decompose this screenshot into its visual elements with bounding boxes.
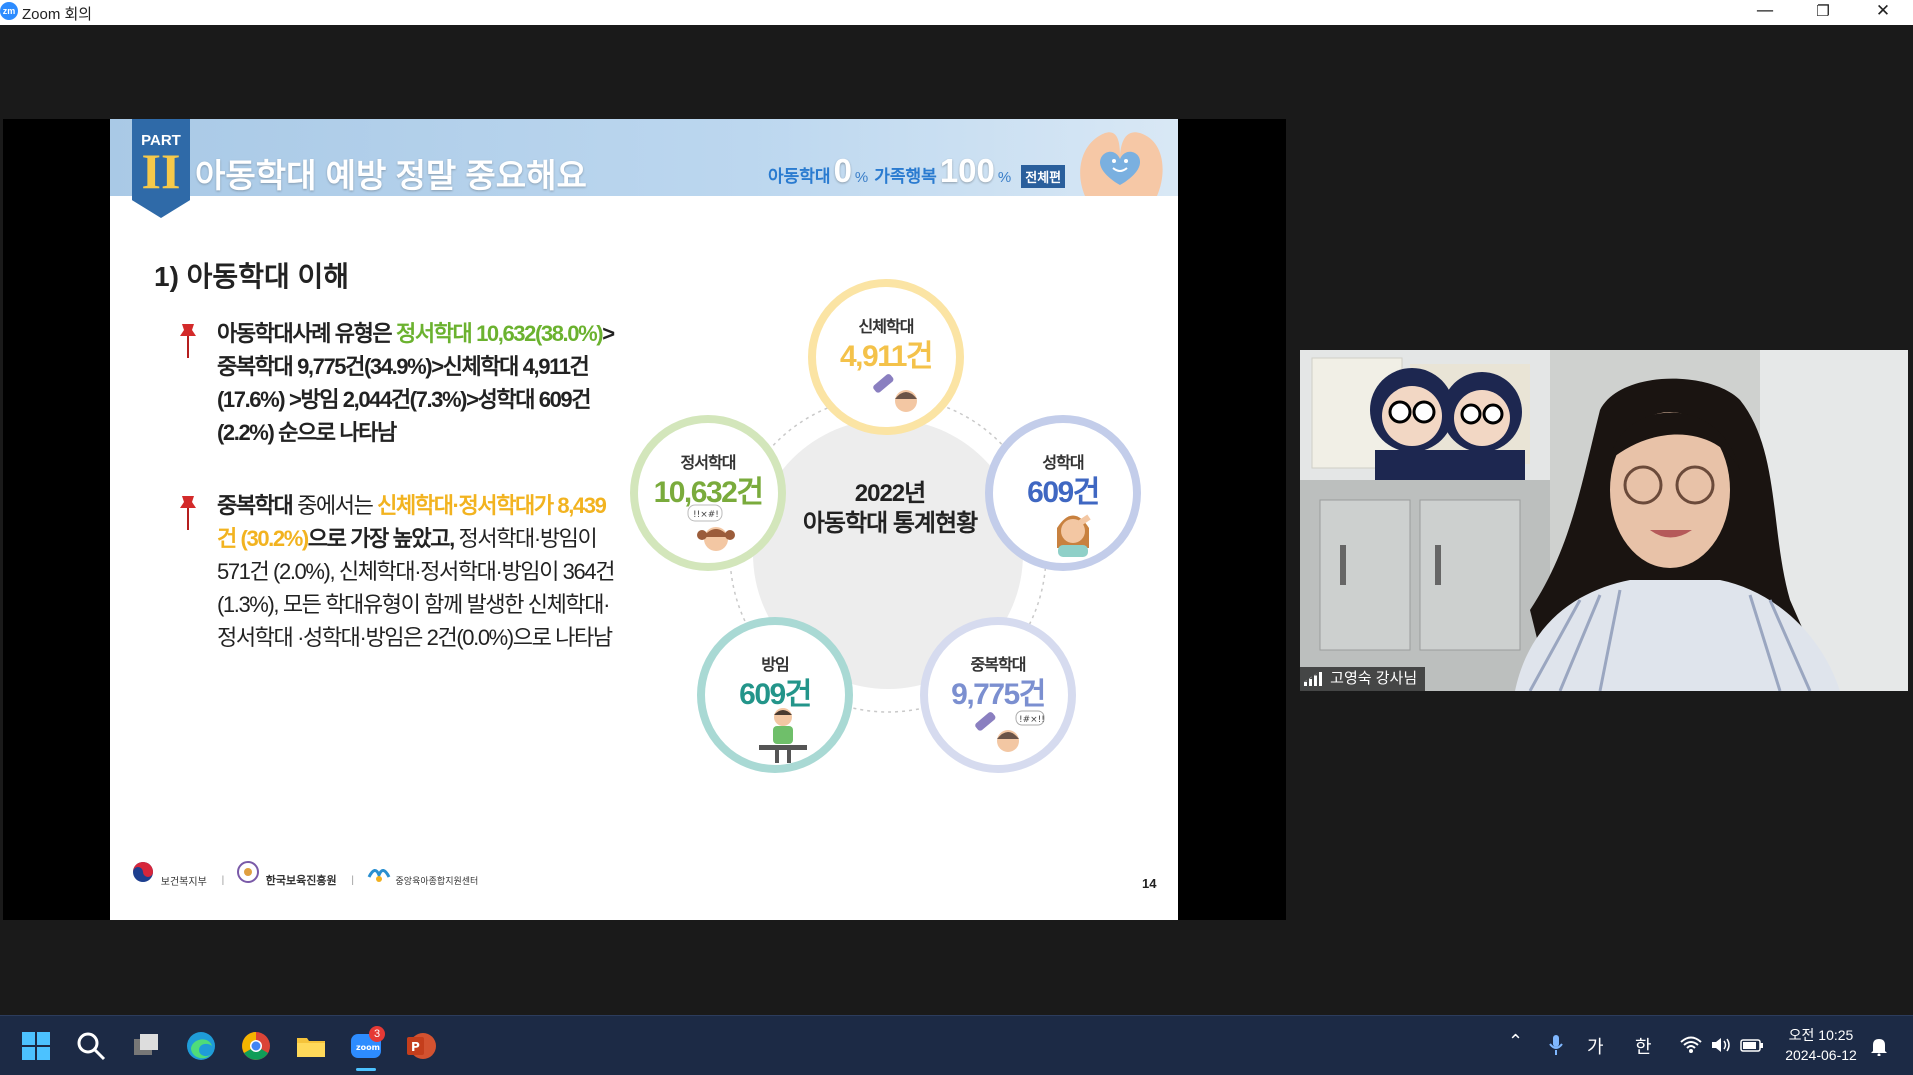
edge-browser-icon[interactable] xyxy=(185,1030,217,1062)
zoom-active-indicator xyxy=(356,1068,376,1071)
notification-bell-icon[interactable] xyxy=(1870,1036,1888,1056)
speaker-video-frame xyxy=(1300,350,1908,691)
page-number: 14 xyxy=(1142,876,1157,891)
ime-mode-1[interactable]: 가 xyxy=(1587,1033,1604,1059)
bullet-2-emph: 으로 가장 높았고, xyxy=(307,526,455,551)
slide-banner: 아동학대 예방 정말 중요해요 아동학대0% 가족행복100% 전체편 xyxy=(110,119,1178,196)
participant-name-tag: 고영숙 강사님 xyxy=(1300,667,1426,691)
diagram-center: 2022년 아동학대 통계현황 xyxy=(800,479,980,539)
zoom-app-icon: zm xyxy=(0,2,18,20)
signal-bars-icon xyxy=(1304,672,1322,687)
footer-org-1: 보건복지부 xyxy=(160,876,207,888)
clock-time: 오전 10:25 xyxy=(1788,1027,1854,1043)
bullet-2-text: 중에서는 xyxy=(292,493,378,518)
window-title: Zoom 회의 xyxy=(22,6,93,23)
volume-icon[interactable] xyxy=(1710,1036,1732,1054)
slogan-pct-1: % xyxy=(854,169,869,186)
slide-footer: 보건복지부 | 한국보육진흥원 | 중앙육아종합지원센터 xyxy=(132,861,479,888)
windows-start-icon[interactable] xyxy=(20,1030,52,1062)
clock-date: 2024-06-12 xyxy=(1785,1047,1857,1063)
slogan-pct-2: % xyxy=(997,169,1012,186)
battery-icon[interactable] xyxy=(1740,1037,1764,1053)
slogan-text-2: 가족행복 xyxy=(874,167,937,186)
center-caption: 아동학대 통계현황 xyxy=(802,510,978,537)
stat-sexual-abuse: 성학대 609건 xyxy=(985,415,1141,571)
stat-neglect: 방임 609건 xyxy=(697,617,853,773)
slogan-text-1: 아동학대 xyxy=(768,167,831,186)
slide-title: 아동학대 예방 정말 중요해요 xyxy=(195,157,587,194)
stat-emotional-abuse: 정서학대 10,632건 !!×#! xyxy=(630,415,786,571)
footer-org-3: 중앙육아종합지원센터 xyxy=(395,875,479,886)
taskbar-clock[interactable]: 오전 10:25 2024-06-12 xyxy=(1778,1025,1864,1065)
bullet-1-highlight: 정서학대 10,632(38.0%) xyxy=(396,321,604,346)
part-badge: PART II xyxy=(132,119,190,218)
participant-name: 고영숙 강사님 xyxy=(1330,670,1418,687)
close-button[interactable]: ✕ xyxy=(1858,0,1908,25)
window-titlebar: zm Zoom 회의 — ❐ ✕ xyxy=(0,0,1913,25)
statistics-diagram: 2022년 아동학대 통계현황 신체학대 4,911건 성학대 609건 중복학… xyxy=(630,279,1150,809)
minimize-button[interactable]: — xyxy=(1740,0,1790,25)
bullet-2-lead: 중복학대 xyxy=(217,493,294,518)
ime-mode-2[interactable]: 한 xyxy=(1635,1033,1652,1059)
stat-physical-abuse: 신체학대 4,911건 xyxy=(808,279,964,435)
girl-covering-icon xyxy=(1057,514,1091,557)
bullet-2: 중복학대 중에서는 신체학대·정서학대가 8,439건 (30.2%)으로 가장… xyxy=(217,489,617,654)
bullet-1: 아동학대사례 유형은 정서학대 10,632(38.0%)>중복학대 9,775… xyxy=(217,317,617,449)
search-icon[interactable] xyxy=(75,1030,107,1062)
chrome-browser-icon[interactable] xyxy=(240,1030,272,1062)
slogan-badge: 전체편 xyxy=(1021,165,1066,188)
taegeuk-logo-icon xyxy=(133,862,153,882)
footer-org-2: 한국보육진흥원 xyxy=(265,875,337,888)
stat-multiple-abuse: 중복학대 9,775건 !#×!! xyxy=(920,617,1076,773)
upset-child-icon: !!×#! xyxy=(687,504,735,551)
part-numeral: II xyxy=(141,143,181,199)
participant-video[interactable] xyxy=(1300,350,1908,691)
svg-text:!!×#!: !!×#! xyxy=(693,510,719,520)
windows-taskbar: zoom 3 P ⌃ 가 한 오전 10:25 2024-06-12 xyxy=(0,1015,1913,1075)
task-view-icon[interactable] xyxy=(130,1030,162,1062)
heart-hands-icon xyxy=(1080,132,1163,196)
childcare-center-logo-icon xyxy=(367,869,391,882)
pushpin-icon xyxy=(180,496,196,530)
svg-text:zoom: zoom xyxy=(356,1043,380,1052)
section-title: 1) 아동학대 이해 xyxy=(154,261,350,292)
tray-overflow-chevron-icon[interactable]: ⌃ xyxy=(1508,1031,1523,1052)
center-year: 2022년 xyxy=(854,480,926,507)
slogan-value-1: 0 xyxy=(833,152,852,189)
multiple-abuse-icon: !#×!! xyxy=(975,710,1045,752)
microphone-icon[interactable] xyxy=(1548,1034,1564,1056)
pushpin-icon xyxy=(180,324,196,358)
zoom-notification-badge: 3 xyxy=(369,1026,385,1042)
svg-text:!#×!!: !#×!! xyxy=(1019,715,1045,725)
powerpoint-icon[interactable]: P xyxy=(405,1030,437,1062)
kcpi-logo-icon xyxy=(236,861,259,883)
shared-slide: 아동학대 예방 정말 중요해요 아동학대0% 가족행복100% 전체편 PART I… xyxy=(110,119,1178,920)
file-explorer-icon[interactable] xyxy=(295,1030,327,1062)
bullet-1-lead: 아동학대사례 유형은 xyxy=(217,321,396,346)
child-hit-icon xyxy=(873,374,917,412)
restore-button[interactable]: ❐ xyxy=(1798,0,1848,25)
slogan-value-2: 100 xyxy=(939,152,995,189)
wifi-icon[interactable] xyxy=(1680,1036,1702,1054)
svg-text:P: P xyxy=(411,1040,420,1054)
sitting-child-icon xyxy=(759,708,807,763)
slogan: 아동학대0% 가족행복100% 전체편 xyxy=(768,152,1066,189)
